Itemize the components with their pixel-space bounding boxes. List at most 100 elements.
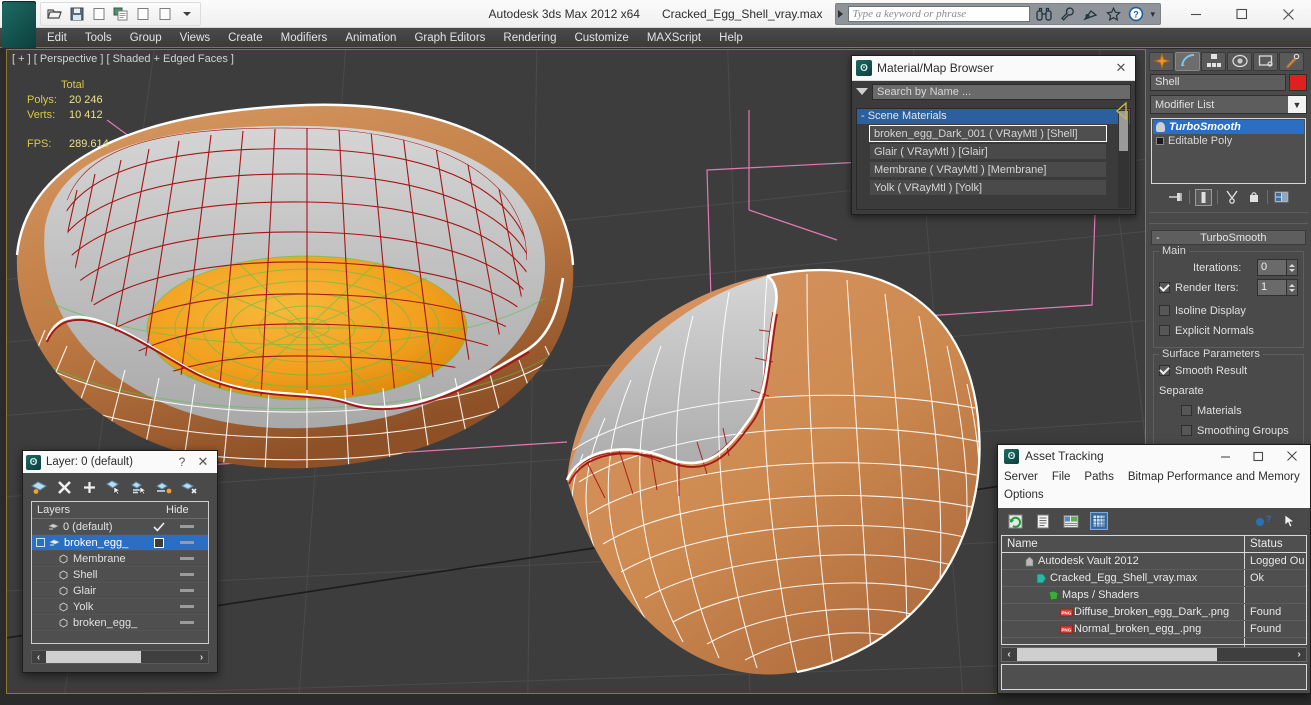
minimize-icon[interactable] (1209, 445, 1242, 467)
redo-button[interactable] (155, 5, 174, 24)
separate-smoothing-groups-row[interactable]: Smoothing Groups (1159, 422, 1298, 439)
layer-row[interactable]: Membrane (32, 551, 208, 567)
material-browser-scrollbar[interactable] (1118, 110, 1129, 208)
layer-row[interactable]: broken_egg_ (32, 615, 208, 631)
material-list-item[interactable]: Glair ( VRayMtl ) [Glair] (869, 143, 1107, 160)
layer-list-horizontal-scrollbar[interactable]: ‹ › (31, 650, 209, 664)
context-help-icon[interactable]: ? (1282, 512, 1300, 530)
tab-utilities[interactable] (1279, 51, 1304, 71)
chevron-right-icon[interactable]: › (1292, 649, 1306, 660)
material-list-item[interactable]: Yolk ( VRayMtl ) [Yolk] (869, 179, 1107, 196)
viewport-label[interactable]: [ + ] [ Perspective ] [ Shaded + Edged F… (12, 53, 234, 65)
hide-toggle[interactable] (166, 525, 208, 528)
scene-materials-group-header[interactable]: - Scene Materials (857, 109, 1130, 124)
material-map-browser-window[interactable]: ʘ Material/Map Browser ✕ Search by Name … (851, 55, 1136, 215)
menu-item-server[interactable]: Server (1004, 469, 1038, 485)
configure-modifier-sets-button[interactable] (1273, 189, 1290, 206)
select-objects-in-layer-button[interactable] (106, 479, 123, 496)
tab-display[interactable] (1253, 51, 1278, 71)
undo-button[interactable] (133, 5, 152, 24)
modifier-list-dropdown[interactable]: Modifier List ▼ (1150, 95, 1307, 114)
menu-item-modifiers[interactable]: Modifiers (272, 28, 337, 48)
menu-item-options[interactable]: Options (1004, 487, 1304, 503)
hide-toggle[interactable] (166, 541, 208, 544)
help-button[interactable]: ? (172, 455, 192, 469)
delete-layer-button[interactable] (56, 479, 73, 496)
scrollbar-thumb[interactable] (46, 651, 141, 663)
chevron-down-icon[interactable]: ▼ (1288, 96, 1306, 113)
smooth-result-row[interactable]: Smooth Result (1159, 362, 1298, 379)
menu-item-views[interactable]: Views (171, 28, 219, 48)
object-name-field[interactable]: Shell (1150, 74, 1286, 91)
asset-row[interactable]: Maps / Shaders (1002, 587, 1306, 604)
binoculars-icon[interactable] (1035, 5, 1053, 23)
asset-row[interactable]: PNG Normal_broken_egg_.png Found (1002, 621, 1306, 638)
chevron-left-icon[interactable]: ‹ (1002, 649, 1016, 660)
chevron-right-icon[interactable]: › (195, 652, 208, 663)
layer-list[interactable]: Layers Hide 0 (default) broken_egg_ Memb… (31, 501, 209, 644)
chevron-left-icon[interactable]: ‹ (32, 652, 45, 663)
iterations-value[interactable]: 0 (1257, 259, 1287, 276)
separate-smoothing-groups-checkbox[interactable] (1181, 425, 1192, 436)
hide-toggle[interactable] (166, 605, 208, 608)
minimize-icon[interactable] (1173, 0, 1219, 28)
material-list-item[interactable]: broken_egg_Dark_001 ( VRayMtl ) [Shell] (869, 125, 1107, 142)
layer-options-button[interactable] (181, 479, 198, 496)
star-icon[interactable] (1104, 5, 1122, 23)
new-scene-button[interactable] (89, 5, 108, 24)
expand-collapse-box-icon[interactable] (36, 538, 45, 547)
menu-item-create[interactable]: Create (219, 28, 272, 48)
asset-row[interactable]: PNG Diffuse_broken_egg_Dark_.png Found (1002, 604, 1306, 621)
close-icon[interactable] (1265, 0, 1311, 28)
menu-item-help[interactable]: Help (710, 28, 752, 48)
menu-item-customize[interactable]: Customize (565, 28, 637, 48)
asset-tracking-window[interactable]: ʘ Asset Tracking Server File Paths Bitma… (997, 444, 1311, 694)
rollout-header[interactable]: - TurboSmooth (1151, 230, 1306, 245)
layer-row[interactable]: Glair (32, 583, 208, 599)
render-iters-checkbox[interactable] (1159, 282, 1170, 293)
isoline-display-row[interactable]: Isoline Display (1159, 302, 1298, 319)
iterations-spinner[interactable]: 0 (1257, 259, 1298, 276)
layer-row[interactable]: broken_egg_ (32, 535, 208, 551)
explicit-normals-checkbox[interactable] (1159, 325, 1170, 336)
current-layer-checkbox[interactable] (152, 537, 166, 548)
isoline-display-checkbox[interactable] (1159, 305, 1170, 316)
hide-toggle[interactable] (166, 621, 208, 624)
object-color-swatch[interactable] (1289, 74, 1307, 91)
menu-item-paths[interactable]: Paths (1084, 469, 1113, 485)
tab-motion[interactable] (1227, 51, 1252, 71)
infocenter-expand-icon[interactable] (838, 10, 844, 18)
close-icon[interactable]: ✕ (1111, 60, 1131, 76)
layer-row[interactable]: 0 (default) (32, 519, 208, 535)
help-circle-icon[interactable]: ? (1127, 5, 1145, 23)
menu-item-maxscript[interactable]: MAXScript (638, 28, 710, 48)
explicit-normals-row[interactable]: Explicit Normals (1159, 322, 1298, 339)
filter-triangle-icon[interactable] (856, 88, 868, 95)
layer-dialog[interactable]: ʘ Layer: 0 (default) ? ✕ Layers Hide 0 (… (22, 450, 218, 673)
render-iters-spinner[interactable]: 1 (1257, 279, 1298, 296)
close-icon[interactable] (1275, 445, 1308, 467)
qat-dropdown-chevron-down-icon[interactable] (177, 5, 196, 24)
save-file-button[interactable] (67, 5, 86, 24)
asset-row[interactable]: Cracked_Egg_Shell_vray.max Ok (1002, 570, 1306, 587)
menu-item-tools[interactable]: Tools (76, 28, 121, 48)
render-iters-value[interactable]: 1 (1257, 279, 1287, 296)
page-stack-icon-button[interactable] (111, 5, 130, 24)
menu-item-file[interactable]: File (1052, 469, 1071, 485)
wrench-icon[interactable] (1058, 5, 1076, 23)
thumbnail-icon[interactable] (1062, 512, 1080, 530)
scrollbar-thumb[interactable] (1017, 648, 1217, 661)
asset-row[interactable]: Autodesk Vault 2012 Logged Ou (1002, 553, 1306, 570)
create-new-layer-button[interactable] (31, 479, 48, 496)
maximize-icon[interactable] (1242, 445, 1275, 467)
open-file-button[interactable] (45, 5, 64, 24)
modifier-stack[interactable]: TurboSmooth Editable Poly (1151, 118, 1306, 184)
minus-icon[interactable]: - (1156, 232, 1160, 244)
help-blue-icon[interactable]: ? (1254, 512, 1272, 530)
separate-materials-row[interactable]: Materials (1159, 402, 1298, 419)
show-end-result-button[interactable] (1195, 188, 1212, 206)
infocenter-chevron-down-icon[interactable]: ▾ (1150, 9, 1155, 20)
spinner-arrows[interactable] (1287, 279, 1298, 296)
add-selection-button[interactable] (81, 479, 98, 496)
lightbulb-icon[interactable] (1156, 122, 1165, 132)
